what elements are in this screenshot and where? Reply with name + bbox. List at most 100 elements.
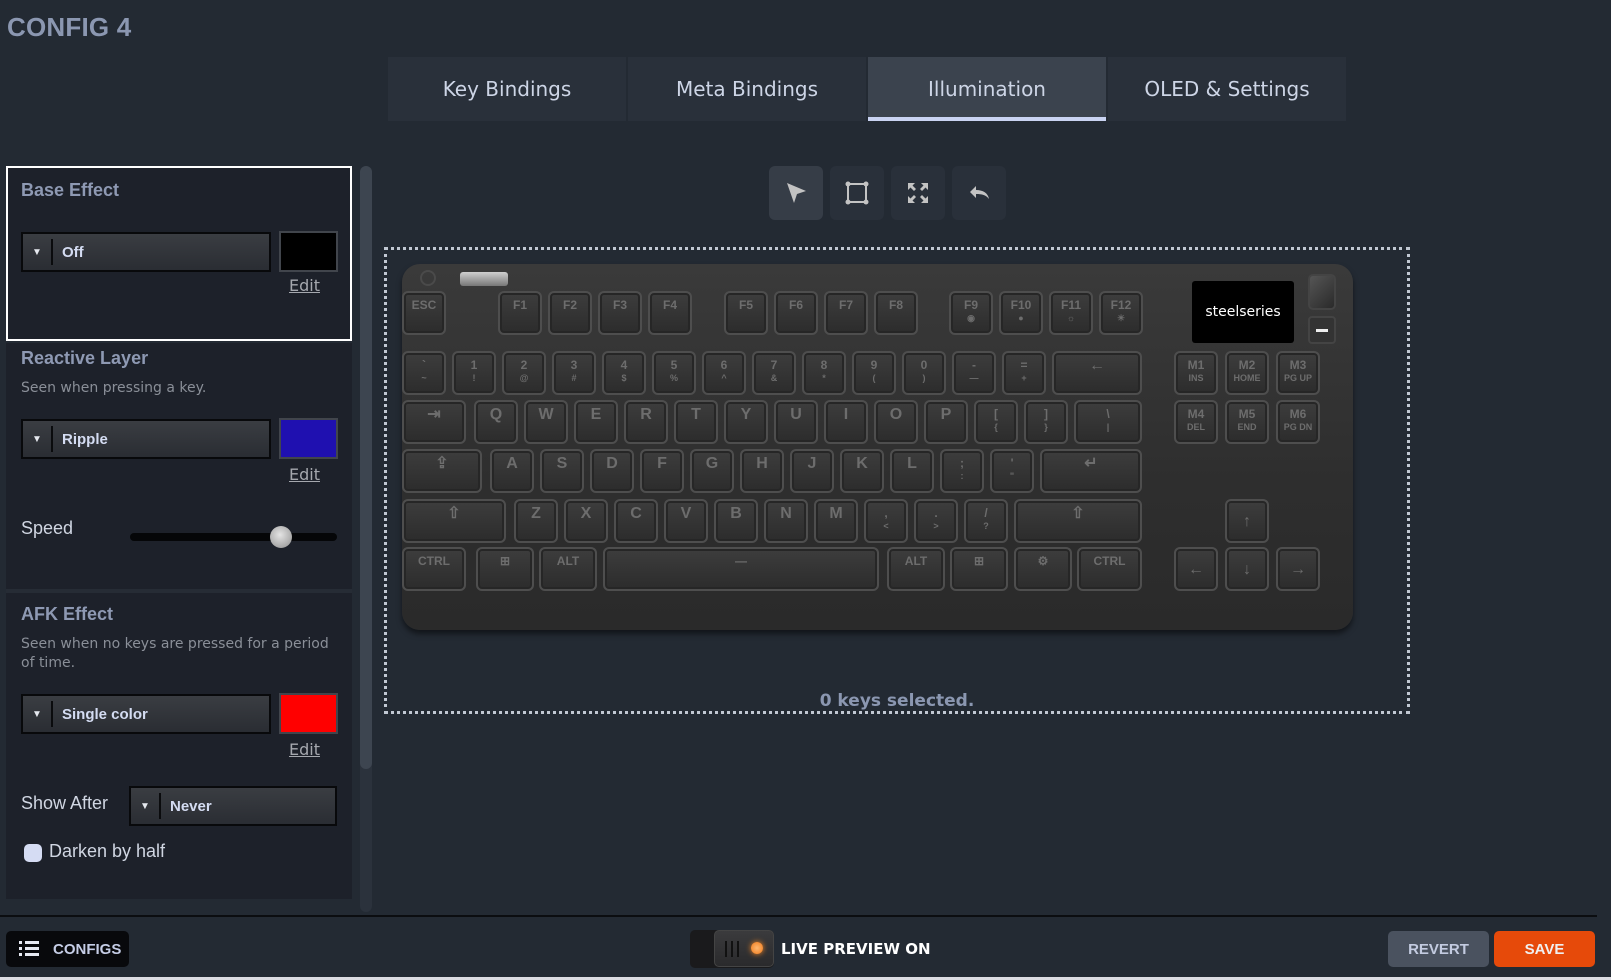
key[interactable]: F12 ☀: [1099, 291, 1143, 335]
afk-effect-dropdown[interactable]: ▼ Single color: [21, 694, 271, 734]
show-after-dropdown[interactable]: ▼ Never: [129, 786, 337, 826]
key[interactable]: ⇪: [402, 449, 482, 493]
tab-oled-settings[interactable]: OLED & Settings: [1108, 57, 1346, 121]
tab-meta-bindings[interactable]: Meta Bindings: [628, 57, 866, 121]
arrow-key[interactable]: →: [1276, 547, 1320, 591]
key[interactable]: 6 ^: [702, 351, 746, 395]
key[interactable]: S: [540, 449, 584, 493]
reactive-effect-dropdown[interactable]: ▼ Ripple: [21, 419, 271, 459]
macro-key[interactable]: M3 PG UP: [1276, 351, 1320, 395]
key[interactable]: ALT: [539, 547, 597, 591]
key[interactable]: Q: [474, 400, 518, 444]
key[interactable]: C: [614, 499, 658, 543]
key[interactable]: , <: [864, 499, 908, 543]
key[interactable]: G: [690, 449, 734, 493]
save-button[interactable]: SAVE: [1494, 931, 1595, 967]
speed-slider[interactable]: [130, 526, 337, 548]
panel-scrollbar[interactable]: [360, 166, 372, 912]
key[interactable]: ⇥: [402, 400, 466, 444]
key[interactable]: F6: [774, 291, 818, 335]
key[interactable]: K: [840, 449, 884, 493]
key[interactable]: H: [740, 449, 784, 493]
key[interactable]: B: [714, 499, 758, 543]
key[interactable]: X: [564, 499, 608, 543]
macro-key[interactable]: M6 PG DN: [1276, 400, 1320, 444]
tab-illumination[interactable]: Illumination: [868, 57, 1106, 121]
configs-button[interactable]: CONFIGS: [6, 931, 129, 967]
key[interactable]: F4: [648, 291, 692, 335]
key[interactable]: W: [524, 400, 568, 444]
key[interactable]: D: [590, 449, 634, 493]
key[interactable]: 7 &: [752, 351, 796, 395]
key[interactable]: ⊞: [950, 547, 1008, 591]
speed-slider-thumb[interactable]: [270, 526, 293, 548]
afk-edit-link[interactable]: Edit: [289, 740, 320, 759]
select-tool-button[interactable]: [769, 166, 823, 220]
key[interactable]: F5: [724, 291, 768, 335]
key[interactable]: 0): [902, 351, 946, 395]
key[interactable]: 9(: [852, 351, 896, 395]
key[interactable]: CTRL: [402, 547, 466, 591]
key[interactable]: [{: [974, 400, 1018, 444]
scrollbar-thumb[interactable]: [360, 166, 372, 769]
key[interactable]: ←: [1052, 351, 1142, 395]
key[interactable]: 2 @: [502, 351, 546, 395]
key[interactable]: F10 ●: [999, 291, 1043, 335]
base-effect-dropdown[interactable]: ▼ Off: [21, 232, 271, 272]
key[interactable]: A: [490, 449, 534, 493]
key[interactable]: U: [774, 400, 818, 444]
key[interactable]: J: [790, 449, 834, 493]
macro-key[interactable]: M4 DEL: [1174, 400, 1218, 444]
key[interactable]: - —: [952, 351, 996, 395]
arrow-key[interactable]: ↑: [1225, 499, 1269, 543]
key[interactable]: 8 *: [802, 351, 846, 395]
darken-checkbox[interactable]: [24, 844, 42, 862]
key[interactable]: T: [674, 400, 718, 444]
key[interactable]: —: [603, 547, 879, 591]
key[interactable]: ;:: [940, 449, 984, 493]
key[interactable]: ⊞: [476, 547, 534, 591]
key[interactable]: F7: [824, 291, 868, 335]
key[interactable]: Z: [514, 499, 558, 543]
key[interactable]: I: [824, 400, 868, 444]
key[interactable]: ALT: [887, 547, 945, 591]
tab-key-bindings[interactable]: Key Bindings: [388, 57, 626, 121]
volume-knob[interactable]: [1308, 274, 1336, 310]
macro-key[interactable]: M2 HOME: [1225, 351, 1269, 395]
key[interactable]: /?: [964, 499, 1008, 543]
key[interactable]: = +: [1002, 351, 1046, 395]
key[interactable]: ESC: [402, 291, 446, 335]
reactive-edit-link[interactable]: Edit: [289, 465, 320, 484]
key[interactable]: V: [664, 499, 708, 543]
key[interactable]: 4 $: [602, 351, 646, 395]
key[interactable]: ⚙: [1014, 547, 1072, 591]
key[interactable]: F3: [598, 291, 642, 335]
undo-button[interactable]: [952, 166, 1006, 220]
key[interactable]: . >: [914, 499, 958, 543]
key[interactable]: 3 #: [552, 351, 596, 395]
key[interactable]: 5%: [652, 351, 696, 395]
rectangle-select-button[interactable]: [830, 166, 884, 220]
key[interactable]: F9 ◉: [949, 291, 993, 335]
key[interactable]: F1: [498, 291, 542, 335]
macro-key[interactable]: M5 END: [1225, 400, 1269, 444]
media-button[interactable]: [1308, 316, 1336, 344]
key[interactable]: ]}: [1024, 400, 1068, 444]
afk-color-swatch[interactable]: [279, 693, 338, 734]
key[interactable]: F: [640, 449, 684, 493]
key[interactable]: O: [874, 400, 918, 444]
arrow-key[interactable]: ←: [1174, 547, 1218, 591]
revert-button[interactable]: REVERT: [1388, 931, 1489, 967]
key[interactable]: Y: [724, 400, 768, 444]
key[interactable]: ↵: [1040, 449, 1142, 493]
key[interactable]: F8: [874, 291, 918, 335]
reactive-color-swatch[interactable]: [279, 418, 338, 459]
key[interactable]: P: [924, 400, 968, 444]
key[interactable]: CTRL: [1077, 547, 1142, 591]
key[interactable]: R: [624, 400, 668, 444]
select-all-button[interactable]: [891, 166, 945, 220]
base-edit-link[interactable]: Edit: [289, 276, 320, 295]
key[interactable]: 1!: [452, 351, 496, 395]
arrow-key[interactable]: ↓: [1225, 547, 1269, 591]
key[interactable]: ⇧: [1014, 499, 1142, 543]
